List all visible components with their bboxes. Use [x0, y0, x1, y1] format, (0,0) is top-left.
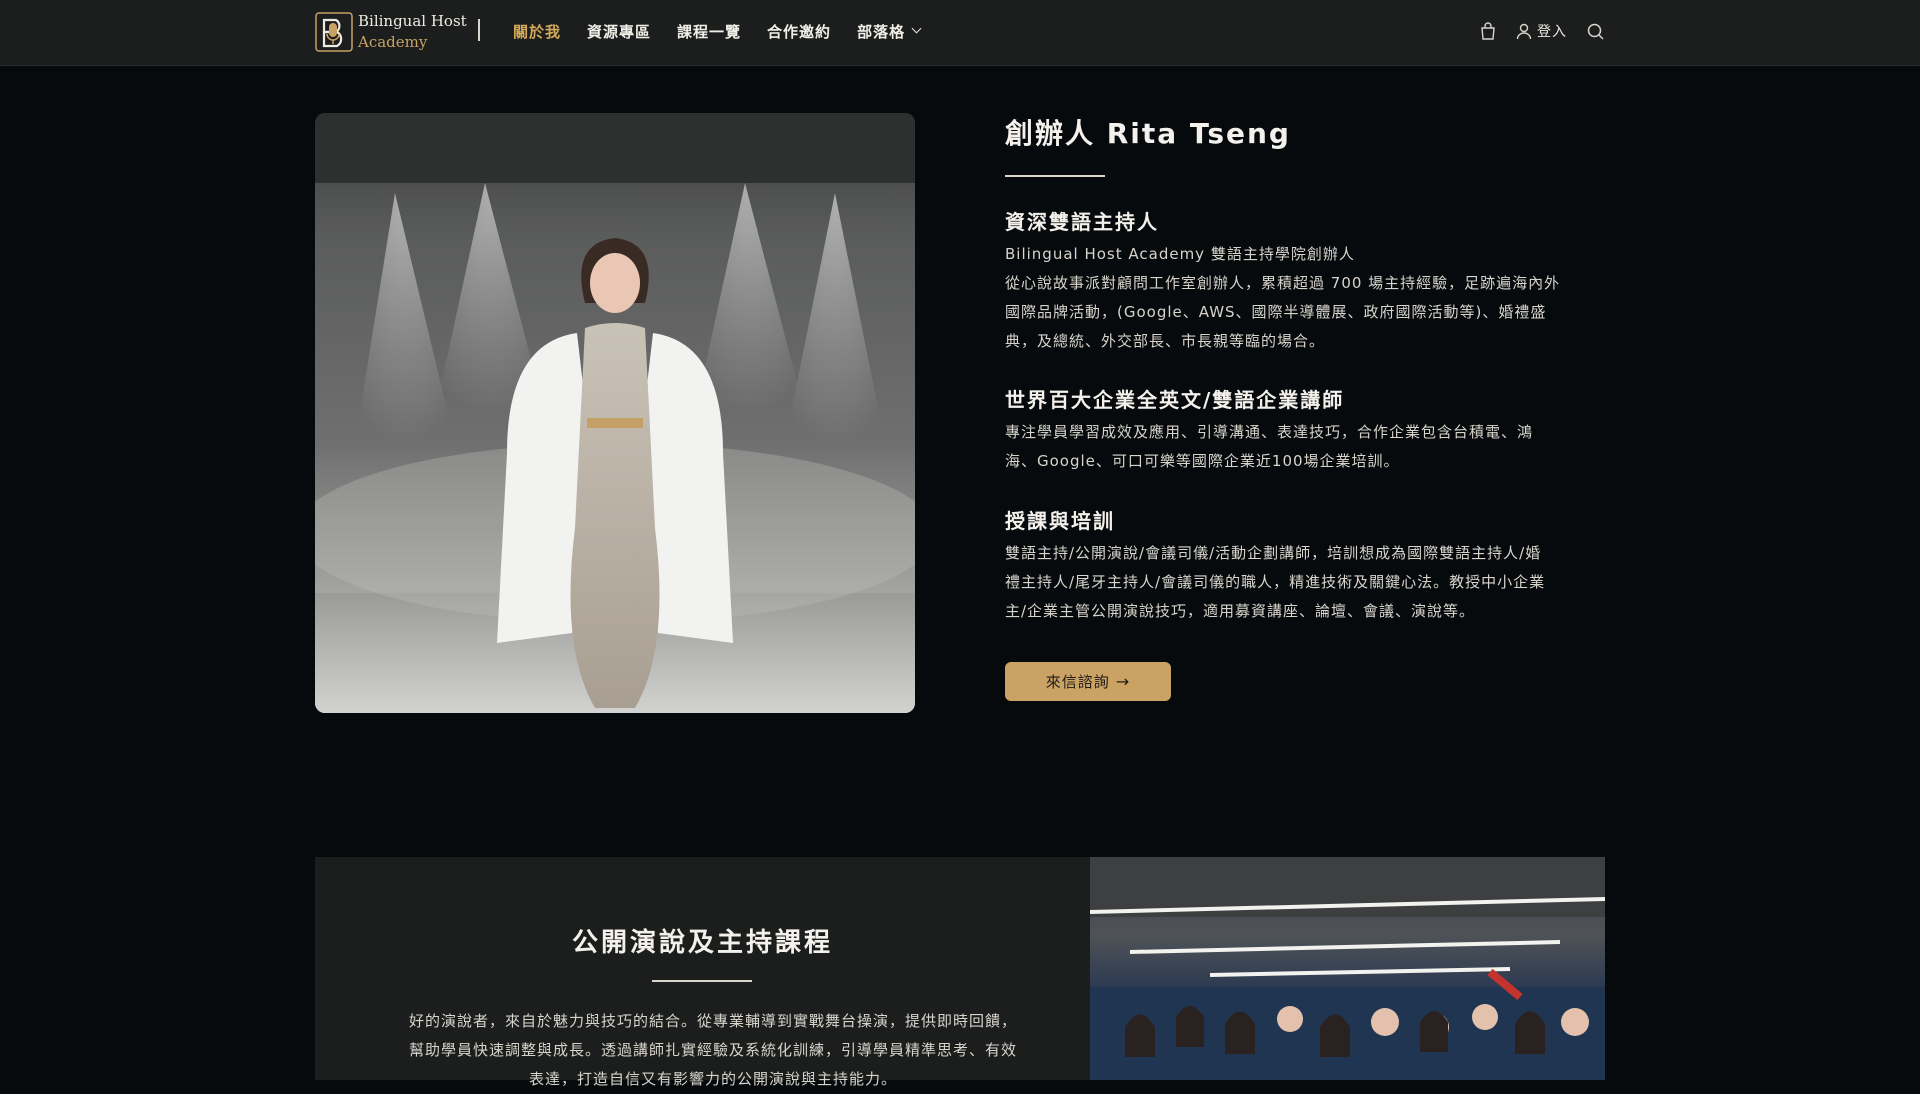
logo-text-line1: Bilingual Host [358, 12, 467, 30]
header-actions: 登入 [1480, 0, 1604, 62]
text-line: Bilingual Host Academy 雙語主持學院創辦人 [1005, 245, 1355, 263]
nav-item-about[interactable]: 關於我 [513, 21, 561, 42]
section-heading-trainer: 世界百大企業全英文/雙語企業講師 [1005, 388, 1345, 412]
section-text-trainer: 專注學員學習成效及應用、引導溝通、表達技巧，合作企業包含台積電、鴻 海、Goog… [1005, 418, 1605, 476]
text-line: 幫助學員快速調整與成長。透過講師扎實經驗及系統化訓練，引導學員精準思考、有效 [408, 1041, 1017, 1059]
text-line: 雙語主持/公開演說/會議司儀/活動企劃講師，培訓想成為國際雙語主持人/婚 [1005, 544, 1542, 562]
title-divider [1005, 175, 1105, 177]
nav-item-collaboration[interactable]: 合作邀約 [767, 21, 831, 42]
text-line: 主/企業主管公開演說技巧，適用募資講座、論壇、會議、演說等。 [1005, 602, 1476, 620]
contact-button[interactable]: 來信諮詢 → [1005, 662, 1171, 701]
founder-photo-illustration [315, 113, 915, 713]
contact-button-label: 來信諮詢 [1045, 673, 1110, 691]
user-icon [1516, 23, 1532, 39]
nav-item-resources[interactable]: 資源專區 [587, 21, 651, 42]
text-line: 從心說故事派對顧問工作室創辦人，累積超過 700 場主持經驗，足跡遍海內外 [1005, 274, 1561, 292]
microphone-b-logo-icon [315, 12, 353, 52]
section-heading-host: 資深雙語主持人 [1005, 210, 1159, 234]
section-heading-teaching: 授課與培訓 [1005, 509, 1115, 533]
founder-photo [315, 113, 915, 713]
section-text-teaching: 雙語主持/公開演說/會議司儀/活動企劃講師，培訓想成為國際雙語主持人/婚 禮主持… [1005, 539, 1605, 626]
search-icon [1587, 23, 1604, 40]
course-group-photo [1090, 857, 1605, 1080]
course-description: 好的演說者，來自於魅力與技巧的結合。從專業輔導到實戰舞台操演，提供即時回饋， 幫… [393, 1007, 1033, 1094]
nav-item-courses[interactable]: 課程一覽 [677, 21, 741, 42]
course-divider [652, 980, 752, 982]
text-line: 禮主持人/尾牙主持人/會議司儀的職人，精進技術及關鍵心法。教授中小企業 [1005, 573, 1546, 591]
course-title: 公開演說及主持課程 [571, 928, 833, 958]
section-text-host: Bilingual Host Academy 雙語主持學院創辦人 從心說故事派對… [1005, 240, 1605, 356]
text-line: 海、Google、可口可樂等國際企業近100場企業培訓。 [1005, 452, 1400, 470]
text-line: 好的演說者，來自於魅力與技巧的結合。從專業輔導到實戰舞台操演，提供即時回饋， [408, 1012, 1017, 1030]
login-button[interactable]: 登入 [1516, 21, 1567, 41]
course-card: 公開演說及主持課程 好的演說者，來自於魅力與技巧的結合。從專業輔導到實戰舞台操演… [315, 857, 1090, 1088]
logo-text-line2: Academy [358, 33, 428, 51]
site-header: Bilingual Host Academy 關於我 資源專區 課程一覽 合作邀… [0, 0, 1920, 66]
header-divider [478, 19, 480, 41]
group-photo-illustration [1090, 857, 1605, 1080]
site-logo[interactable]: Bilingual Host Academy [315, 11, 467, 53]
shopping-bag-icon [1481, 22, 1495, 40]
search-button[interactable] [1587, 23, 1604, 40]
text-line: 國際品牌活動，(Google、AWS、國際半導體展、政府國際活動等)、婚禮盛 [1005, 303, 1547, 321]
cart-button[interactable] [1480, 22, 1496, 40]
chevron-down-icon [911, 23, 922, 34]
arrow-right-icon: → [1115, 672, 1131, 691]
text-line: 典，及總統、外交部長、市長親等臨的場合。 [1005, 332, 1326, 350]
founder-title: 創辦人 Rita Tseng [1005, 117, 1291, 150]
main-nav: 關於我 資源專區 課程一覽 合作邀約 部落格 [513, 0, 922, 62]
nav-item-blog[interactable]: 部落格 [857, 21, 922, 42]
login-label: 登入 [1537, 24, 1567, 40]
text-line: 專注學員學習成效及應用、引導溝通、表達技巧，合作企業包含台積電、鴻 [1005, 423, 1534, 441]
nav-item-blog-label: 部落格 [857, 22, 906, 41]
